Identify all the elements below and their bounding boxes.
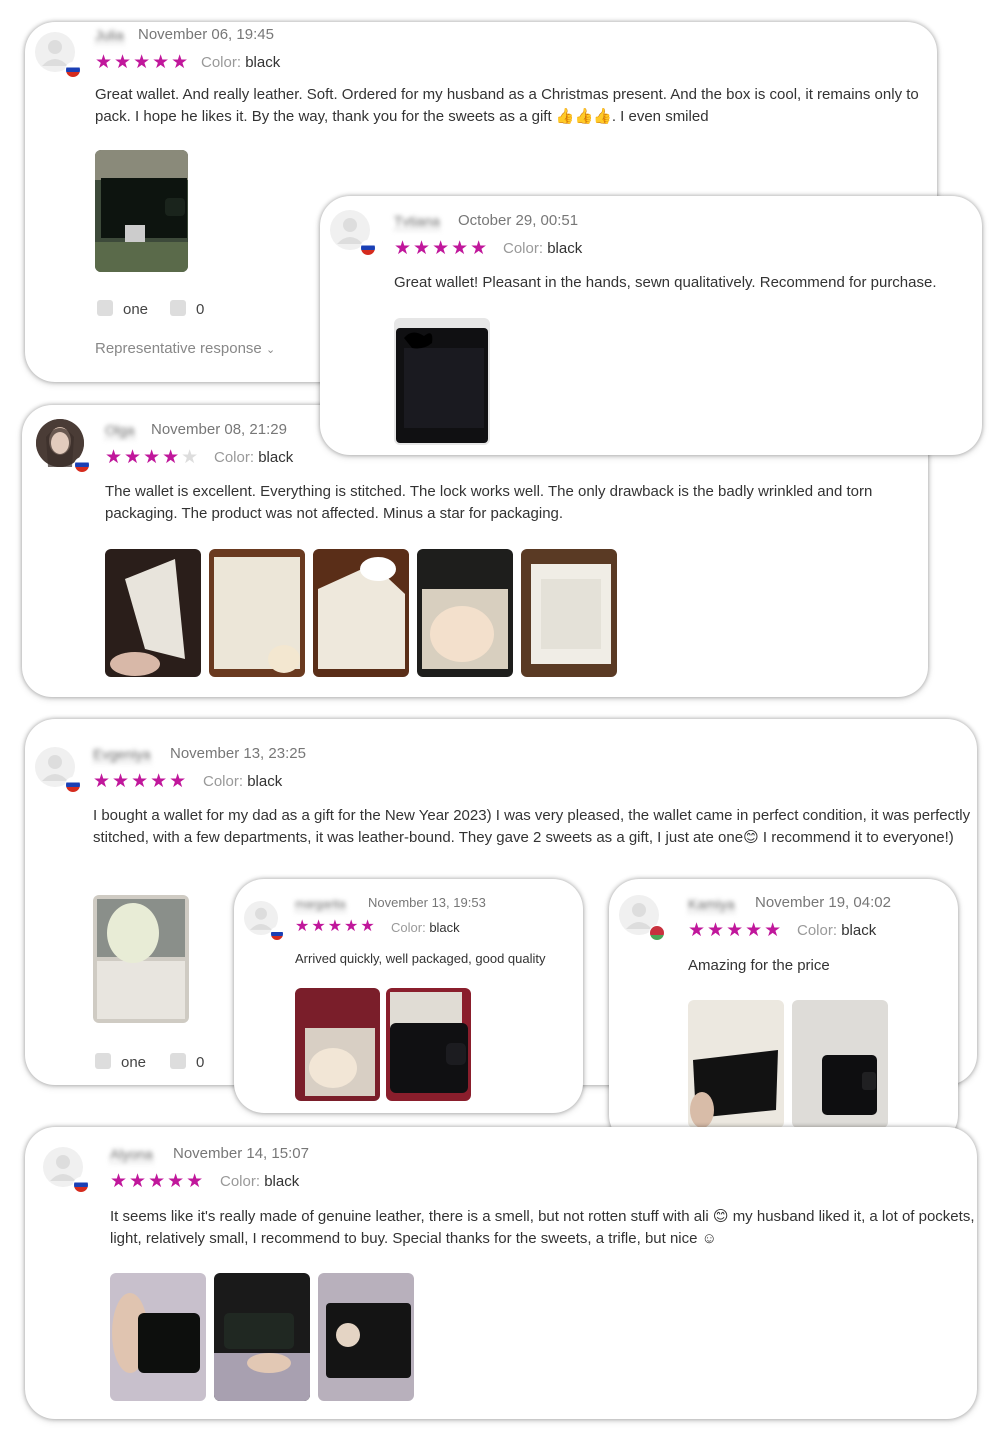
reviewer-name: margarita (295, 897, 346, 912)
color-option: Color: black (391, 920, 460, 935)
color-option: Color: black (503, 240, 583, 257)
chevron-down-icon: ⌄ (265, 344, 276, 356)
flag-icon (73, 1177, 89, 1193)
review-photo[interactable] (417, 549, 513, 677)
star-rating: ★★★★★ (110, 1171, 206, 1192)
color-option: Color: black (797, 922, 877, 939)
review-card: Tvtiana October 29, 00:51 ★★★★★ Color: b… (320, 196, 982, 455)
avatar (36, 419, 90, 473)
avatar (43, 1147, 89, 1193)
review-photo[interactable] (110, 1273, 206, 1401)
reviewer-name: Evgeniya (93, 746, 151, 763)
review-photo[interactable] (93, 895, 189, 1023)
review-date: November 14, 15:07 (173, 1145, 309, 1162)
color-option: Color: black (214, 449, 294, 466)
reviewer-name: Tvtiana (394, 213, 440, 230)
thumbs-down-icon (170, 300, 186, 316)
avatar (35, 747, 81, 793)
review-text: Arrived quickly, well packaged, good qua… (295, 951, 546, 966)
reviewer-name: Olga (105, 422, 135, 439)
dislike-button[interactable]: 0 (170, 1053, 204, 1071)
star-rating: ★★★★★ (295, 918, 377, 935)
color-option: Color: black (203, 773, 283, 790)
review-photo[interactable] (214, 1273, 310, 1401)
flag-icon (65, 62, 81, 78)
review-photo[interactable] (318, 1273, 414, 1401)
flag-icon (65, 777, 81, 793)
review-date: November 13, 19:53 (368, 895, 486, 910)
review-photo[interactable] (688, 1000, 784, 1128)
like-button[interactable]: one (95, 1053, 146, 1071)
star-rating: ★★★★★ (105, 447, 201, 468)
reviewer-name: Alyona (110, 1146, 153, 1163)
review-text: Great wallet! Pleasant in the hands, sew… (394, 274, 937, 291)
flag-icon (360, 240, 376, 256)
dislike-button[interactable]: 0 (170, 300, 204, 318)
representative-response-toggle[interactable]: Representative response ⌄ (95, 340, 275, 357)
star-rating: ★★★★★ (95, 52, 191, 73)
star-rating: ★★★★★ (93, 771, 189, 792)
like-button[interactable]: one (97, 300, 148, 318)
avatar (619, 895, 665, 941)
thumbs-up-icon (95, 1053, 111, 1069)
avatar (330, 210, 376, 256)
review-text: I bought a wallet for my dad as a gift f… (93, 807, 971, 846)
reviewer-name: Julia (95, 27, 124, 44)
reviewer-name: Kamiya (688, 896, 735, 913)
color-option: Color: black (220, 1173, 300, 1190)
thumbs-up-icon (97, 300, 113, 316)
avatar (35, 32, 81, 78)
star-rating: ★★★★★ (688, 920, 784, 941)
review-text: It seems like it's really made of genuin… (110, 1208, 975, 1247)
review-date: October 29, 00:51 (458, 212, 579, 229)
review-photo[interactable] (394, 318, 490, 445)
review-date: November 08, 21:29 (151, 421, 287, 438)
flag-icon (270, 927, 284, 941)
review-card: Kamiya November 19, 04:02 ★★★★★ Color: b… (609, 879, 958, 1145)
review-photo[interactable] (95, 150, 188, 272)
review-photo[interactable] (105, 549, 201, 677)
review-date: November 19, 04:02 (755, 894, 891, 911)
review-card: Alyona November 14, 15:07 ★★★★★ Color: b… (25, 1127, 977, 1419)
review-text: The wallet is excellent. Everything is s… (105, 483, 873, 522)
review-photo[interactable] (792, 1000, 888, 1128)
star-rating: ★★★★★ (394, 238, 490, 259)
review-photo[interactable] (209, 549, 305, 677)
thumbs-down-icon (170, 1053, 186, 1069)
review-text: Amazing for the price (688, 957, 830, 974)
avatar (244, 901, 284, 941)
review-text: Great wallet. And really leather. Soft. … (95, 86, 919, 125)
flag-icon (649, 925, 665, 941)
color-option: Color: black (201, 54, 281, 71)
review-photo[interactable] (521, 549, 617, 677)
flag-icon (74, 457, 90, 473)
review-photo[interactable] (313, 549, 409, 677)
review-date: November 13, 23:25 (170, 745, 306, 762)
review-date: November 06, 19:45 (138, 26, 274, 43)
review-photo[interactable] (386, 988, 471, 1101)
review-card: margarita November 13, 19:53 ★★★★★ Color… (234, 879, 583, 1113)
review-photo[interactable] (295, 988, 380, 1101)
